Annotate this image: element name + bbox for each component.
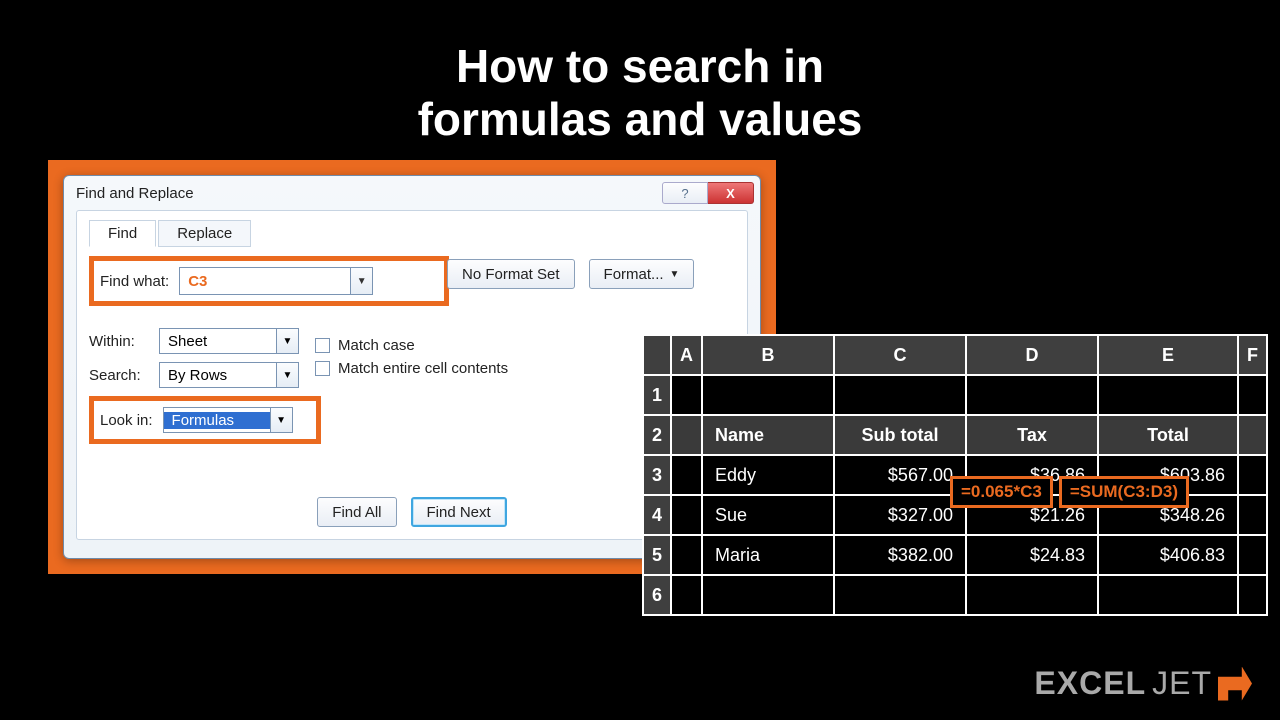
header-cell: Tax [966, 415, 1098, 455]
tab-find[interactable]: Find [89, 220, 156, 247]
look-in-label: Look in: [100, 412, 153, 429]
brand-text-thin: JET [1152, 665, 1212, 702]
cell: $567.00 [834, 455, 966, 495]
chevron-down-icon[interactable]: ▼ [276, 329, 298, 353]
help-button[interactable]: ? [662, 182, 708, 204]
col-header: F [1238, 335, 1267, 375]
match-entire-checkbox[interactable]: Match entire cell contents [315, 360, 508, 377]
close-button[interactable]: X [708, 182, 754, 204]
corner-cell [643, 335, 671, 375]
find-what-label: Find what: [100, 273, 169, 290]
search-label: Search: [89, 367, 159, 384]
row-header: 4 [643, 495, 671, 535]
header-cell: Total [1098, 415, 1238, 455]
title-line-2: formulas and values [418, 93, 863, 145]
within-label: Within: [89, 333, 159, 350]
find-next-button[interactable]: Find Next [411, 497, 507, 527]
col-header: E [1098, 335, 1238, 375]
row-header: 1 [643, 375, 671, 415]
row-header: 2 [643, 415, 671, 455]
find-all-button[interactable]: Find All [317, 497, 396, 527]
col-header: C [834, 335, 966, 375]
checkbox-icon [315, 361, 330, 376]
cell: $327.00 [834, 495, 966, 535]
page-title: How to search in formulas and values [0, 0, 1280, 146]
row-header: 3 [643, 455, 671, 495]
brand-logo: EXCELJET [1034, 665, 1252, 702]
cell: Eddy [702, 455, 834, 495]
dialog-title: Find and Replace [76, 185, 194, 202]
spreadsheet-preview: A B C D E F 1 2 Name Sub total Tax Total… [642, 334, 1268, 616]
brand-text-bold: EXCEL [1034, 665, 1146, 702]
chevron-down-icon[interactable]: ▼ [350, 268, 372, 294]
look-in-select[interactable]: Formulas ▼ [163, 407, 293, 433]
cell: $24.83 [966, 535, 1098, 575]
header-cell: Sub total [834, 415, 966, 455]
header-cell: Name [702, 415, 834, 455]
tab-replace[interactable]: Replace [158, 220, 251, 247]
no-format-button[interactable]: No Format Set [447, 259, 575, 289]
formula-d3: =0.065*C3 [950, 476, 1053, 508]
col-header: B [702, 335, 834, 375]
arrow-icon [1218, 667, 1252, 701]
formula-e3: =SUM(C3:D3) [1059, 476, 1189, 508]
checkbox-icon [315, 338, 330, 353]
row-header: 6 [643, 575, 671, 615]
row-header: 5 [643, 535, 671, 575]
find-what-row: Find what: ▼ [89, 256, 449, 306]
formula-callouts: =0.065*C3 =SUM(C3:D3) [950, 476, 1189, 508]
col-header: A [671, 335, 702, 375]
match-case-checkbox[interactable]: Match case [315, 337, 508, 354]
chevron-down-icon[interactable]: ▼ [276, 363, 298, 387]
look-in-value: Formulas [164, 412, 270, 429]
cell: $382.00 [834, 535, 966, 575]
cell: $406.83 [1098, 535, 1238, 575]
find-what-input[interactable] [180, 268, 350, 294]
match-entire-label: Match entire cell contents [338, 360, 508, 377]
within-value: Sheet [160, 333, 276, 350]
cell: Maria [702, 535, 834, 575]
chevron-down-icon: ▼ [670, 269, 680, 280]
format-button[interactable]: Format... ▼ [589, 259, 695, 289]
title-line-1: How to search in [456, 40, 824, 92]
look-in-row: Look in: Formulas ▼ [89, 396, 321, 444]
search-select[interactable]: By Rows ▼ [159, 362, 299, 388]
within-select[interactable]: Sheet ▼ [159, 328, 299, 354]
find-what-combo[interactable]: ▼ [179, 267, 373, 295]
match-case-label: Match case [338, 337, 415, 354]
format-button-label: Format... [604, 266, 664, 283]
cell: Sue [702, 495, 834, 535]
chevron-down-icon[interactable]: ▼ [270, 408, 292, 432]
col-header: D [966, 335, 1098, 375]
search-value: By Rows [160, 367, 276, 384]
